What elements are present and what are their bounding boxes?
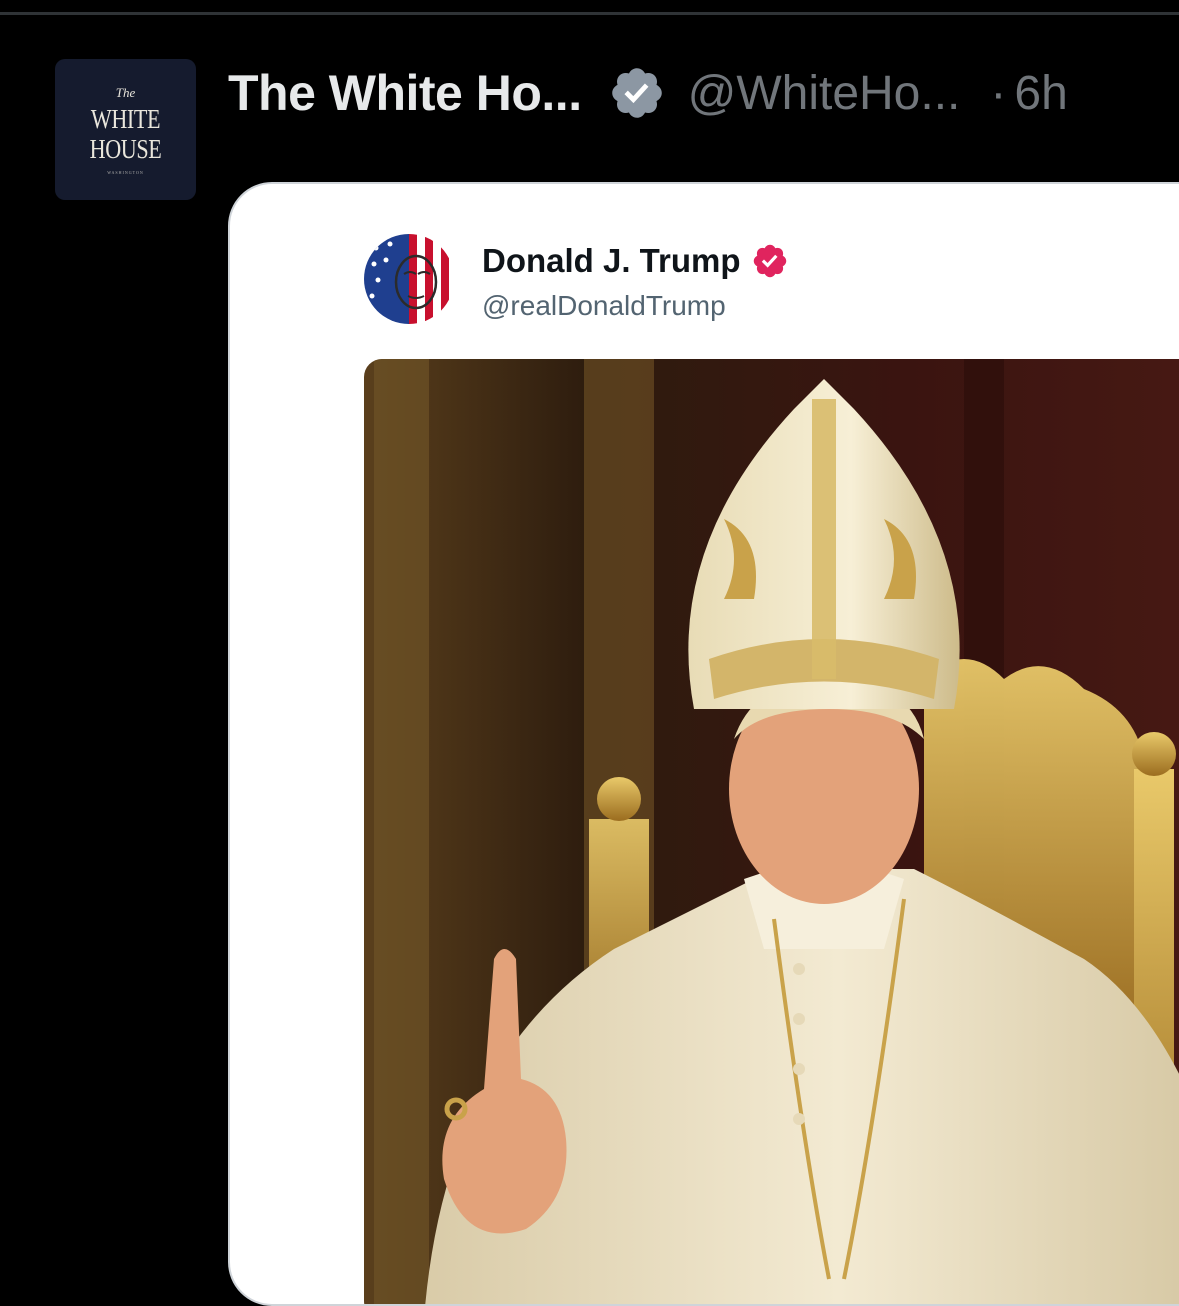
post-media-image[interactable]	[364, 359, 1179, 1306]
handle[interactable]: @WhiteHo...	[688, 66, 961, 121]
embedded-post-card[interactable]: Donald J. Trump @realDonaldTrump	[228, 182, 1179, 1306]
embedded-author-name-text: Donald J. Trump	[482, 242, 741, 279]
timestamp[interactable]: 6h	[1014, 66, 1067, 121]
verified-badge-icon[interactable]	[608, 64, 666, 122]
avatar-text-the: The	[115, 85, 136, 100]
avatar-text-washington: WASHINGTON	[107, 170, 144, 175]
separator-dot: ·	[990, 66, 1007, 120]
top-divider	[0, 12, 1179, 15]
avatar-text-house: HOUSE	[89, 134, 162, 164]
trump-avatar[interactable]	[364, 234, 454, 324]
avatar-text-white: WHITE	[90, 104, 161, 134]
embedded-author-handle[interactable]: @realDonaldTrump	[482, 290, 726, 322]
embedded-author-name[interactable]: Donald J. Trump	[482, 242, 789, 280]
white-house-avatar[interactable]: The WHITE HOUSE WASHINGTON	[55, 59, 196, 200]
tweet-header: The White Ho... @WhiteHo... · 6h	[228, 62, 1068, 124]
display-name[interactable]: The White Ho...	[228, 64, 582, 122]
verified-badge-icon	[753, 244, 786, 278]
